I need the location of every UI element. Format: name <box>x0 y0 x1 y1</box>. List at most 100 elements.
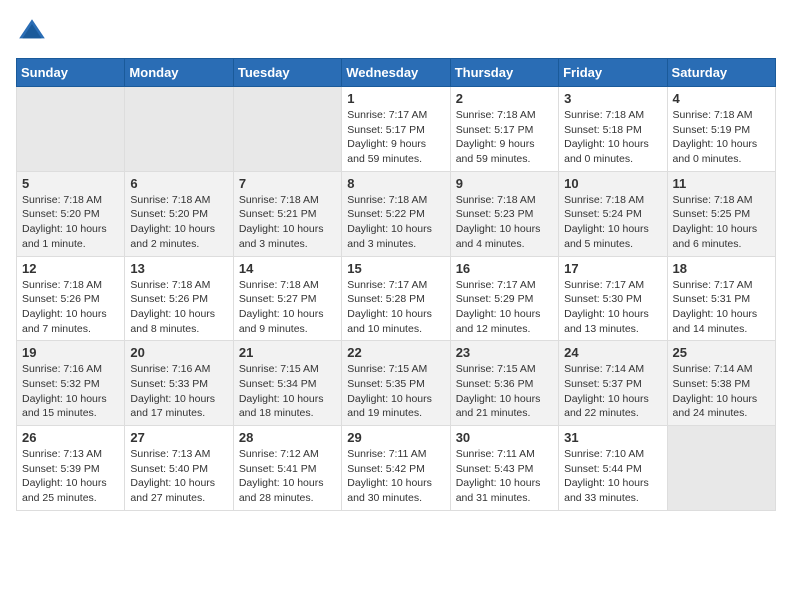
day-info: Sunrise: 7:16 AMSunset: 5:33 PMDaylight:… <box>130 362 227 421</box>
calendar-cell: 1Sunrise: 7:17 AMSunset: 5:17 PMDaylight… <box>342 87 450 172</box>
day-number: 26 <box>22 430 119 445</box>
day-number: 9 <box>456 176 553 191</box>
calendar-cell: 29 Sunrise: 7:11 AMSunset: 5:42 PMDayligh… <box>342 426 450 511</box>
day-info: Sunrise: 7:18 AMSunset: 5:25 PMDaylight:… <box>673 193 770 252</box>
day-info: Sunrise: 7:18 AMSunset: 5:20 PMDaylight:… <box>22 193 119 252</box>
calendar-cell: 6 Sunrise: 7:18 AMSunset: 5:20 PMDaylight… <box>125 171 233 256</box>
calendar-cell: 18 Sunrise: 7:17 AMSunset: 5:31 PMDayligh… <box>667 256 775 341</box>
calendar-cell: 7 Sunrise: 7:18 AMSunset: 5:21 PMDaylight… <box>233 171 341 256</box>
calendar-cell: 26 Sunrise: 7:13 AMSunset: 5:39 PMDayligh… <box>17 426 125 511</box>
day-number: 2 <box>456 91 553 106</box>
calendar-week-row: 5 Sunrise: 7:18 AMSunset: 5:20 PMDaylight… <box>17 171 776 256</box>
day-number: 21 <box>239 345 336 360</box>
day-info: Sunrise: 7:18 AMSunset: 5:18 PMDaylight:… <box>564 108 661 167</box>
calendar-cell: 20 Sunrise: 7:16 AMSunset: 5:33 PMDayligh… <box>125 341 233 426</box>
day-number: 10 <box>564 176 661 191</box>
calendar-cell: 4Sunrise: 7:18 AMSunset: 5:19 PMDaylight… <box>667 87 775 172</box>
header <box>16 16 776 48</box>
day-number: 17 <box>564 261 661 276</box>
logo-icon <box>16 16 48 48</box>
day-info: Sunrise: 7:18 AMSunset: 5:21 PMDaylight:… <box>239 193 336 252</box>
calendar-cell: 8Sunrise: 7:18 AMSunset: 5:22 PMDaylight… <box>342 171 450 256</box>
day-number: 1 <box>347 91 444 106</box>
day-number: 5 <box>22 176 119 191</box>
calendar-table: SundayMondayTuesdayWednesdayThursdayFrid… <box>16 58 776 511</box>
day-number: 29 <box>347 430 444 445</box>
calendar-cell <box>233 87 341 172</box>
day-number: 16 <box>456 261 553 276</box>
day-number: 23 <box>456 345 553 360</box>
calendar-cell: 10 Sunrise: 7:18 AMSunset: 5:24 PMDayligh… <box>559 171 667 256</box>
day-number: 22 <box>347 345 444 360</box>
calendar-cell: 5 Sunrise: 7:18 AMSunset: 5:20 PMDaylight… <box>17 171 125 256</box>
day-info: Sunrise: 7:18 AMSunset: 5:20 PMDaylight:… <box>130 193 227 252</box>
day-info: Sunrise: 7:15 AMSunset: 5:35 PMDaylight:… <box>347 362 444 421</box>
calendar-cell: 17 Sunrise: 7:17 AMSunset: 5:30 PMDayligh… <box>559 256 667 341</box>
day-info: Sunrise: 7:17 AMSunset: 5:28 PMDaylight:… <box>347 278 444 337</box>
logo <box>16 16 54 48</box>
day-info: Sunrise: 7:18 AMSunset: 5:27 PMDaylight:… <box>239 278 336 337</box>
day-info: Sunrise: 7:17 AMSunset: 5:31 PMDaylight:… <box>673 278 770 337</box>
day-info: Sunrise: 7:17 AMSunset: 5:30 PMDaylight:… <box>564 278 661 337</box>
day-info: Sunrise: 7:18 AMSunset: 5:19 PMDaylight:… <box>673 108 770 167</box>
weekday-header-row: SundayMondayTuesdayWednesdayThursdayFrid… <box>17 59 776 87</box>
day-info: Sunrise: 7:13 AMSunset: 5:39 PMDaylight:… <box>22 447 119 506</box>
day-number: 13 <box>130 261 227 276</box>
day-info: Sunrise: 7:16 AMSunset: 5:32 PMDaylight:… <box>22 362 119 421</box>
calendar-cell: 16 Sunrise: 7:17 AMSunset: 5:29 PMDayligh… <box>450 256 558 341</box>
day-number: 24 <box>564 345 661 360</box>
calendar-cell: 30Sunrise: 7:11 AMSunset: 5:43 PMDayligh… <box>450 426 558 511</box>
day-info: Sunrise: 7:18 AMSunset: 5:17 PMDaylight:… <box>456 108 553 167</box>
day-info: Sunrise: 7:11 AMSunset: 5:43 PMDaylight:… <box>456 447 553 506</box>
calendar-cell: 19 Sunrise: 7:16 AMSunset: 5:32 PMDayligh… <box>17 341 125 426</box>
calendar-cell: 27Sunrise: 7:13 AMSunset: 5:40 PMDayligh… <box>125 426 233 511</box>
calendar-cell: 23Sunrise: 7:15 AMSunset: 5:36 PMDayligh… <box>450 341 558 426</box>
calendar-cell: 22 Sunrise: 7:15 AMSunset: 5:35 PMDayligh… <box>342 341 450 426</box>
day-info: Sunrise: 7:14 AMSunset: 5:38 PMDaylight:… <box>673 362 770 421</box>
calendar-cell: 3 Sunrise: 7:18 AMSunset: 5:18 PMDaylight… <box>559 87 667 172</box>
day-number: 25 <box>673 345 770 360</box>
weekday-header-friday: Friday <box>559 59 667 87</box>
day-number: 18 <box>673 261 770 276</box>
day-info: Sunrise: 7:11 AMSunset: 5:42 PMDaylight:… <box>347 447 444 506</box>
day-info: Sunrise: 7:15 AMSunset: 5:34 PMDaylight:… <box>239 362 336 421</box>
day-info: Sunrise: 7:18 AMSunset: 5:26 PMDaylight:… <box>22 278 119 337</box>
weekday-header-monday: Monday <box>125 59 233 87</box>
day-info: Sunrise: 7:17 AMSunset: 5:29 PMDaylight:… <box>456 278 553 337</box>
weekday-header-saturday: Saturday <box>667 59 775 87</box>
calendar-cell: 11 Sunrise: 7:18 AMSunset: 5:25 PMDayligh… <box>667 171 775 256</box>
day-number: 20 <box>130 345 227 360</box>
calendar-cell: 21 Sunrise: 7:15 AMSunset: 5:34 PMDayligh… <box>233 341 341 426</box>
calendar-cell <box>667 426 775 511</box>
day-info: Sunrise: 7:18 AMSunset: 5:24 PMDaylight:… <box>564 193 661 252</box>
day-number: 15 <box>347 261 444 276</box>
day-number: 3 <box>564 91 661 106</box>
calendar-cell <box>125 87 233 172</box>
day-info: Sunrise: 7:10 AMSunset: 5:44 PMDaylight:… <box>564 447 661 506</box>
day-info: Sunrise: 7:13 AMSunset: 5:40 PMDaylight:… <box>130 447 227 506</box>
calendar-week-row: 12 Sunrise: 7:18 AMSunset: 5:26 PMDayligh… <box>17 256 776 341</box>
weekday-header-tuesday: Tuesday <box>233 59 341 87</box>
day-number: 12 <box>22 261 119 276</box>
calendar-cell: 2 Sunrise: 7:18 AMSunset: 5:17 PMDaylight… <box>450 87 558 172</box>
day-info: Sunrise: 7:18 AMSunset: 5:26 PMDaylight:… <box>130 278 227 337</box>
calendar-week-row: 19 Sunrise: 7:16 AMSunset: 5:32 PMDayligh… <box>17 341 776 426</box>
weekday-header-wednesday: Wednesday <box>342 59 450 87</box>
weekday-header-sunday: Sunday <box>17 59 125 87</box>
day-number: 31 <box>564 430 661 445</box>
calendar-cell: 24Sunrise: 7:14 AMSunset: 5:37 PMDayligh… <box>559 341 667 426</box>
calendar-cell: 25 Sunrise: 7:14 AMSunset: 5:38 PMDayligh… <box>667 341 775 426</box>
day-info: Sunrise: 7:18 AMSunset: 5:23 PMDaylight:… <box>456 193 553 252</box>
calendar-cell: 13 Sunrise: 7:18 AMSunset: 5:26 PMDayligh… <box>125 256 233 341</box>
calendar-cell: 9 Sunrise: 7:18 AMSunset: 5:23 PMDaylight… <box>450 171 558 256</box>
day-number: 6 <box>130 176 227 191</box>
day-number: 28 <box>239 430 336 445</box>
day-number: 11 <box>673 176 770 191</box>
calendar-cell: 14Sunrise: 7:18 AMSunset: 5:27 PMDayligh… <box>233 256 341 341</box>
day-number: 8 <box>347 176 444 191</box>
day-number: 7 <box>239 176 336 191</box>
day-number: 19 <box>22 345 119 360</box>
calendar-week-row: 1Sunrise: 7:17 AMSunset: 5:17 PMDaylight… <box>17 87 776 172</box>
day-info: Sunrise: 7:12 AMSunset: 5:41 PMDaylight:… <box>239 447 336 506</box>
calendar-cell: 15 Sunrise: 7:17 AMSunset: 5:28 PMDayligh… <box>342 256 450 341</box>
